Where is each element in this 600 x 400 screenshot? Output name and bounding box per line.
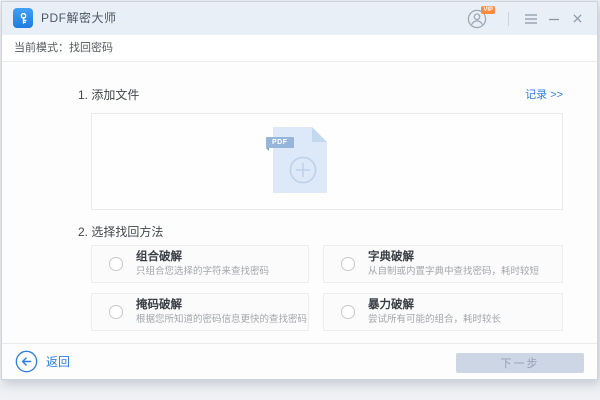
method-options-grid: 组合破解 只组合您选择的字符来查找密码 字典破解 从自制或内置字典中查找密码，耗… (91, 245, 563, 331)
pdf-tag-label: PDF (266, 137, 294, 148)
radio-combination[interactable] (109, 257, 123, 271)
add-plus-icon[interactable] (289, 156, 317, 184)
option-title: 掩码破解 (136, 300, 307, 312)
radio-mask[interactable] (109, 305, 123, 319)
file-drop-area[interactable]: PDF (91, 113, 563, 210)
menu-icon[interactable] (521, 7, 541, 31)
titlebar: PDF解密大师 VIP (2, 2, 597, 36)
option-title: 暴力破解 (368, 300, 501, 312)
user-account-icon[interactable]: VIP (467, 9, 487, 29)
option-dictionary-crack[interactable]: 字典破解 从自制或内置字典中查找密码，耗时较短 (323, 245, 563, 283)
pdf-file-icon: PDF (273, 127, 327, 193)
current-mode-label: 当前模式：找回密码 (14, 35, 597, 61)
option-title: 字典破解 (368, 252, 539, 264)
radio-dictionary[interactable] (341, 257, 355, 271)
option-title: 组合破解 (136, 252, 269, 264)
close-icon[interactable] (567, 7, 587, 31)
minimize-icon[interactable] (544, 7, 564, 31)
records-link[interactable]: 记录 >> (525, 86, 563, 102)
vip-badge: VIP (481, 6, 495, 14)
back-arrow-icon (15, 350, 38, 373)
radio-bruteforce[interactable] (341, 305, 355, 319)
add-file-section-title: 1. 添加文件 (78, 86, 139, 103)
option-desc: 只组合您选择的字符来查找密码 (136, 267, 269, 277)
titlebar-divider (508, 12, 509, 26)
next-button[interactable]: 下一步 (456, 353, 584, 373)
option-mask-crack[interactable]: 掩码破解 根据您所知道的密码信息更快的查找密码 (91, 293, 309, 331)
option-combination-crack[interactable]: 组合破解 只组合您选择的字符来查找密码 (91, 245, 309, 283)
app-logo-key-icon (13, 8, 33, 28)
app-window: PDF解密大师 VIP 当前模式：找回密码 (1, 1, 598, 380)
footer-bar: 返回 下一步 (2, 343, 597, 379)
option-desc: 从自制或内置字典中查找密码，耗时较短 (368, 267, 539, 277)
app-title: PDF解密大师 (41, 2, 117, 35)
back-button-label: 返回 (46, 353, 70, 370)
mode-bar: 当前模式：找回密码 (2, 35, 597, 62)
option-bruteforce-crack[interactable]: 暴力破解 尝试所有可能的组合，耗时较长 (323, 293, 563, 331)
option-desc: 根据您所知道的密码信息更快的查找密码 (136, 315, 307, 325)
back-button[interactable]: 返回 (15, 350, 70, 373)
method-section-title: 2. 选择找回方法 (78, 223, 163, 240)
option-desc: 尝试所有可能的组合，耗时较长 (368, 315, 501, 325)
